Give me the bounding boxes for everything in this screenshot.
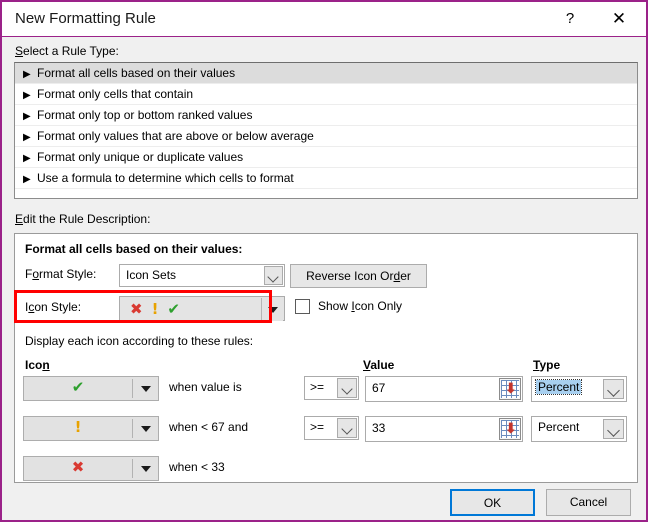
icon-select-button-2[interactable]: ! [23, 416, 159, 441]
icon-style-label: Icon Style: [25, 300, 82, 314]
dialog-title: New Formatting Rule [15, 10, 156, 27]
ok-button[interactable]: OK [450, 489, 535, 516]
show-icon-only-label: Show Icon Only [318, 299, 403, 313]
value-column-header: Value [363, 358, 395, 372]
chevron-down-icon[interactable] [337, 418, 357, 438]
icon-select-button-3[interactable]: ✖ [23, 456, 159, 481]
icon-column-header: Icon [25, 358, 50, 372]
check-green-icon: ✔ [71, 378, 85, 396]
rule-type-item-0[interactable]: ▶ Format all cells based on their values [15, 63, 637, 84]
divider [132, 379, 133, 398]
rule-type-item-label: Use a formula to determine which cells t… [37, 171, 294, 185]
chevron-down-icon[interactable] [141, 426, 151, 432]
chevron-down-icon[interactable] [261, 298, 283, 321]
icon-style-select[interactable]: ✖ ! ✔ [119, 296, 285, 321]
value-input-1[interactable]: 67 ⬇ [365, 376, 523, 402]
operator-value-1: >= [310, 380, 325, 394]
display-rules-label: Display each icon according to these rul… [25, 334, 254, 348]
triangle-right-icon: ▶ [23, 111, 31, 122]
rule-description-heading: Format all cells based on their values: [25, 242, 243, 256]
rule-description-panel: Format all cells based on their values: … [14, 233, 638, 483]
condition-text-2: when < 67 and [169, 420, 249, 434]
rule-type-item-3[interactable]: ▶ Format only values that are above or be… [15, 126, 637, 147]
cross-red-icon: ✖ [71, 458, 85, 476]
close-icon[interactable]: ✕ [596, 2, 642, 35]
chevron-down-icon[interactable] [141, 466, 151, 472]
exclamation-yellow-icon: ! [74, 418, 82, 436]
rule-type-item-label: Format all cells based on their values [37, 66, 236, 80]
cross-red-icon: ✖ [130, 300, 143, 318]
operator-value-2: >= [310, 420, 325, 434]
chevron-down-icon[interactable] [264, 266, 283, 285]
show-icon-only-checkbox[interactable] [295, 299, 310, 314]
exclamation-yellow-icon: ! [151, 300, 159, 318]
range-picker-icon-2[interactable]: ⬇ [499, 418, 521, 440]
triangle-right-icon: ▶ [23, 174, 31, 185]
type-value-2: Percent [538, 420, 580, 434]
help-icon[interactable]: ? [547, 2, 593, 35]
value-text-1: 67 [372, 381, 386, 395]
rule-type-item-label: Format only values that are above or bel… [37, 129, 314, 143]
rule-type-item-label: Format only cells that contain [37, 87, 194, 101]
condition-text-3: when < 33 [169, 460, 225, 474]
rule-type-item-4[interactable]: ▶ Format only unique or duplicate values [15, 147, 637, 168]
operator-select-1[interactable]: >= [304, 376, 359, 400]
divider [132, 459, 133, 478]
rule-description-section-label: Edit the Rule Description: [15, 212, 151, 226]
rule-type-item-5[interactable]: ▶ Use a formula to determine which cells … [15, 168, 637, 189]
format-style-select[interactable]: Icon Sets [119, 264, 285, 287]
operator-select-2[interactable]: >= [304, 416, 359, 440]
rule-type-item-label: Format only top or bottom ranked values [37, 108, 253, 122]
rule-type-item-2[interactable]: ▶ Format only top or bottom ranked values [15, 105, 637, 126]
value-text-2: 33 [372, 421, 386, 435]
new-formatting-rule-dialog: New Formatting Rule ? ✕ Select a Rule Ty… [0, 0, 648, 522]
condition-text-1: when value is [169, 380, 242, 394]
chevron-down-icon[interactable] [337, 378, 357, 398]
chevron-down-icon[interactable] [603, 419, 624, 439]
icon-rule-row: ! when < 67 and >= 33 ⬇ Percent [15, 416, 639, 446]
format-style-label: Format Style: [25, 267, 97, 281]
title-bar: New Formatting Rule ? ✕ [2, 2, 646, 37]
divider [132, 419, 133, 438]
icon-rule-row: ✔ when value is >= 67 ⬇ Percent [15, 376, 639, 406]
chevron-down-icon[interactable] [603, 379, 624, 399]
rule-type-item-label: Format only unique or duplicate values [37, 150, 244, 164]
triangle-right-icon: ▶ [23, 90, 31, 101]
red-arrow-icon: ⬇ [505, 381, 517, 397]
triangle-right-icon: ▶ [23, 69, 31, 80]
icon-style-preview: ✖ ! ✔ [130, 299, 180, 320]
format-style-value: Icon Sets [126, 268, 177, 282]
type-value-1: Percent [534, 379, 583, 395]
range-picker-icon-1[interactable]: ⬇ [499, 378, 521, 400]
type-column-header: Type [533, 358, 561, 372]
icon-rule-row: ✖ when < 33 [15, 456, 639, 486]
triangle-right-icon: ▶ [23, 132, 31, 143]
icon-select-button-1[interactable]: ✔ [23, 376, 159, 401]
reverse-icon-order-button[interactable]: Reverse Icon Order [290, 264, 427, 288]
rule-type-list[interactable]: ▶ Format all cells based on their values … [14, 62, 638, 199]
rule-type-item-1[interactable]: ▶ Format only cells that contain [15, 84, 637, 105]
type-select-2[interactable]: Percent [531, 416, 627, 442]
value-input-2[interactable]: 33 ⬇ [365, 416, 523, 442]
cancel-button[interactable]: Cancel [546, 489, 631, 516]
chevron-down-icon[interactable] [141, 386, 151, 392]
type-select-1[interactable]: Percent [531, 376, 627, 402]
rule-type-section-label: Select a Rule Type: [15, 44, 119, 58]
triangle-right-icon: ▶ [23, 153, 31, 164]
check-green-icon: ✔ [167, 300, 180, 318]
red-arrow-icon: ⬇ [505, 421, 517, 437]
